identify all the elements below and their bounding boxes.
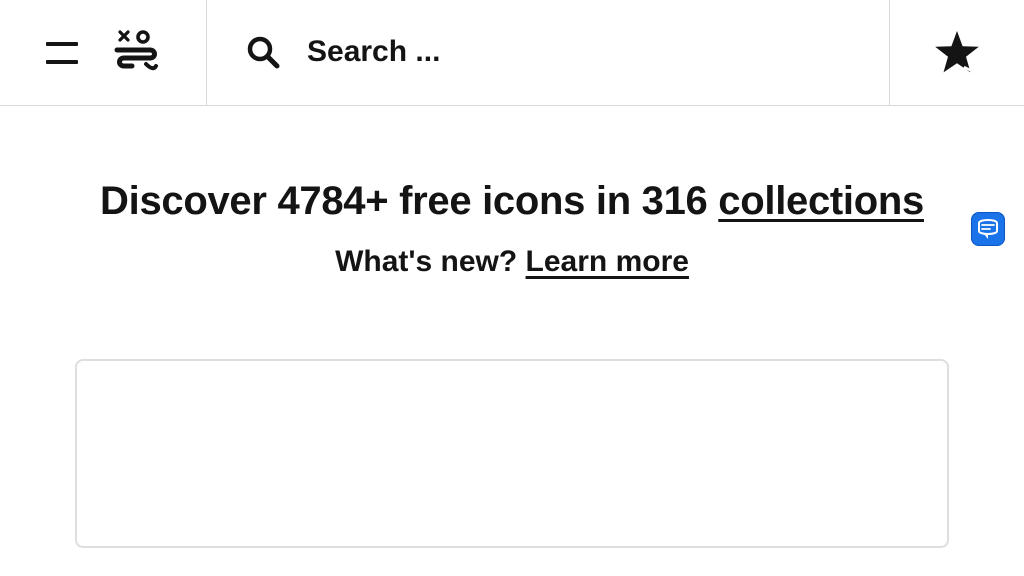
hero-title-text: Discover 4784+ free icons in 316 (100, 179, 719, 223)
learn-more-link[interactable]: Learn more (526, 245, 689, 278)
search-icon (245, 34, 281, 70)
logo-icon[interactable] (110, 26, 162, 78)
translate-extension-icon[interactable] (971, 212, 1005, 246)
collections-link[interactable]: collections (718, 179, 924, 223)
hero-subtitle-text: What's new? (335, 245, 526, 278)
favorites-button[interactable] (890, 0, 1024, 106)
hero-section: Discover 4784+ free icons in 316 collect… (0, 172, 1024, 294)
top-header (0, 0, 1024, 106)
search-bar[interactable] (207, 0, 889, 106)
menu-button[interactable] (40, 33, 84, 73)
hero-title: Discover 4784+ free icons in 316 collect… (0, 172, 1024, 230)
hero-subtitle: What's new? Learn more (0, 230, 1024, 294)
search-input[interactable] (307, 28, 867, 76)
content-panel (75, 359, 949, 548)
